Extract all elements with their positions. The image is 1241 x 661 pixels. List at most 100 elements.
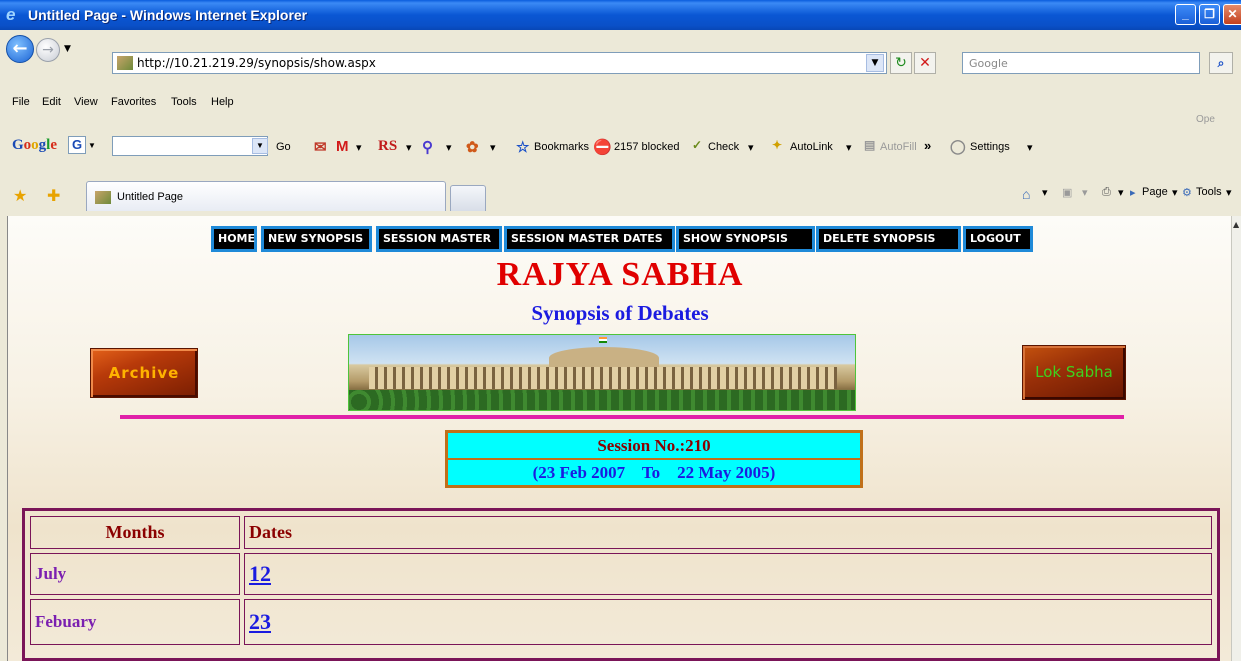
divider-line <box>120 415 1124 419</box>
puzzle-dropdown-icon[interactable]: ▾ <box>490 141 496 154</box>
news-icon[interactable]: ✉ <box>314 138 327 156</box>
scroll-up-icon[interactable]: ▲ <box>1233 220 1239 229</box>
tab-untitled-page[interactable]: Untitled Page <box>86 181 446 211</box>
refresh-button[interactable]: ↻ <box>890 52 912 74</box>
add-favorites-icon[interactable]: ✚ <box>47 186 60 206</box>
menu-favorites[interactable]: Favorites <box>111 96 156 108</box>
tools-dropdown-icon[interactable]: ▾ <box>1226 186 1232 199</box>
nav-home[interactable]: HOME <box>211 226 257 252</box>
history-dropdown-icon[interactable]: ▼ <box>64 44 71 54</box>
autolink-icon: ✦ <box>772 138 783 152</box>
search-input[interactable]: Google <box>962 52 1200 74</box>
settings-button[interactable]: Settings <box>970 141 1010 153</box>
menu-tools[interactable]: Tools <box>171 96 197 108</box>
tab-row: ★ ✚ Untitled Page ⌂ ▾ ▣ ▾ ⎙ ▾ ▸ Page ▾ ⚙… <box>0 172 1241 214</box>
menu-view[interactable]: View <box>74 96 98 108</box>
title-bar: e Untitled Page - Windows Internet Explo… <box>0 0 1241 30</box>
stop-button[interactable]: ✕ <box>914 52 936 74</box>
tools-gear-icon: ⚙ <box>1182 187 1192 199</box>
back-button[interactable]: ← <box>6 35 34 63</box>
nav-delete-synopsis[interactable]: DELETE SYNOPSIS <box>816 226 961 252</box>
page-icon: ▸ <box>1130 187 1136 199</box>
vertical-scrollbar[interactable]: ▲ <box>1231 216 1241 661</box>
bookmarks-button[interactable]: Bookmarks <box>534 141 589 153</box>
table-row-month: July <box>30 553 240 595</box>
nav-session-master-dates[interactable]: SESSION MASTER DATES <box>504 226 675 252</box>
blocked-count[interactable]: 2157 blocked <box>614 141 679 153</box>
home-icon[interactable]: ⌂ <box>1022 186 1030 202</box>
menu-file[interactable]: File <box>12 96 30 108</box>
home-dropdown-icon[interactable]: ▾ <box>1042 186 1048 199</box>
settings-dropdown-icon[interactable]: ▾ <box>1027 141 1033 154</box>
puzzle-icon[interactable]: ✿ <box>466 138 479 156</box>
session-range: (23 Feb 2007 To 22 May 2005) <box>448 460 860 485</box>
forward-button[interactable]: → <box>36 38 60 62</box>
menu-edit[interactable]: Edit <box>42 96 61 108</box>
print-dropdown-icon[interactable]: ▾ <box>1118 186 1124 199</box>
tab-favicon-icon <box>95 191 111 204</box>
window-title: Untitled Page - Windows Internet Explore… <box>28 7 308 23</box>
ie-logo-icon: e <box>6 5 16 24</box>
google-toolbar: Google G ▼ ▼ Go ✉ M ▾ RS ▾ ⚲ ▾ ✿ ▾ ☆ Boo… <box>0 114 1241 172</box>
google-search-input[interactable] <box>112 136 268 156</box>
address-dropdown-icon[interactable]: ▼ <box>866 54 884 72</box>
check-button[interactable]: Check <box>708 141 739 153</box>
lok-sabha-button[interactable]: Lok Sabha <box>1022 345 1126 400</box>
autofill-button[interactable]: AutoFill <box>880 141 917 153</box>
autofill-icon: ▤ <box>864 138 876 152</box>
nav-logout[interactable]: LOGOUT <box>963 226 1033 252</box>
gmail-icon[interactable]: M <box>336 138 349 155</box>
nav-session-master[interactable]: SESSION MASTER <box>376 226 502 252</box>
rs-dropdown-icon[interactable]: ▾ <box>406 141 412 154</box>
date-link[interactable]: 12 <box>249 561 271 586</box>
autolink-dropdown-icon[interactable]: ▾ <box>846 141 852 154</box>
close-button[interactable]: ✕ <box>1223 4 1241 25</box>
favorites-star-icon[interactable]: ★ <box>13 186 27 206</box>
spellcheck-icon: ✓ <box>692 138 703 152</box>
table-row-month: Febuary <box>30 599 240 645</box>
page-favicon-icon <box>117 56 133 70</box>
print-icon[interactable]: ⎙ <box>1102 186 1111 199</box>
new-tab-button[interactable] <box>450 185 486 211</box>
nav-show-synopsis[interactable]: SHOW SYNOPSIS <box>676 226 815 252</box>
search-icon[interactable]: ⌕ <box>1209 52 1233 74</box>
settings-gear-icon: ◯ <box>950 138 966 154</box>
date-link[interactable]: 23 <box>249 609 271 634</box>
spell-dropdown-icon[interactable]: ▾ <box>446 141 452 154</box>
maximize-button[interactable]: ❐ <box>1199 4 1220 25</box>
tools-menu[interactable]: Tools <box>1196 186 1222 198</box>
archive-button[interactable]: Archive <box>90 348 198 398</box>
page-content: HOME NEW SYNOPSIS SESSION MASTER SESSION… <box>7 216 1231 661</box>
nav-new-synopsis[interactable]: NEW SYNOPSIS <box>261 226 372 252</box>
minimize-button[interactable]: _ <box>1175 4 1196 25</box>
address-bar[interactable]: http://10.21.219.29/synopsis/show.aspx <box>112 52 887 74</box>
rs-button[interactable]: RS <box>378 138 397 155</box>
autolink-button[interactable]: AutoLink <box>790 141 833 153</box>
menu-help[interactable]: Help <box>211 96 234 108</box>
header-dates: Dates <box>244 516 1212 549</box>
tab-label: Untitled Page <box>117 191 184 203</box>
bookmarks-star-icon: ☆ <box>516 139 530 156</box>
page-dropdown-icon[interactable]: ▾ <box>1172 186 1178 199</box>
feeds-icon[interactable]: ▣ <box>1062 186 1072 199</box>
gmail-dropdown-icon[interactable]: ▾ <box>356 141 362 154</box>
go-button[interactable]: Go <box>276 141 291 153</box>
google-menu-icon[interactable]: G <box>68 136 86 154</box>
table-row-dates: 23 <box>244 599 1212 645</box>
session-box: Session No.:210 (23 Feb 2007 To 22 May 2… <box>445 430 863 488</box>
table-row-dates: 12 <box>244 553 1212 595</box>
page-subtitle: Synopsis of Debates <box>531 301 709 325</box>
popup-blocker-icon: ⛔ <box>593 139 612 156</box>
google-search-dropdown-icon[interactable]: ▼ <box>252 138 268 154</box>
menu-bar: File Edit View Favorites Tools Help <box>0 93 1241 113</box>
page-menu[interactable]: Page <box>1142 186 1168 198</box>
header-months: Months <box>30 516 240 549</box>
ope-label: Ope <box>1196 114 1215 125</box>
feeds-dropdown-icon[interactable]: ▾ <box>1082 186 1088 199</box>
address-url[interactable]: http://10.21.219.29/synopsis/show.aspx <box>137 56 376 70</box>
google-menu-dropdown-icon[interactable]: ▼ <box>88 141 96 150</box>
more-chevron-icon[interactable]: » <box>924 138 931 153</box>
google-logo: Google <box>12 137 58 153</box>
check-dropdown-icon[interactable]: ▾ <box>748 141 754 154</box>
spell-icon[interactable]: ⚲ <box>422 138 433 156</box>
